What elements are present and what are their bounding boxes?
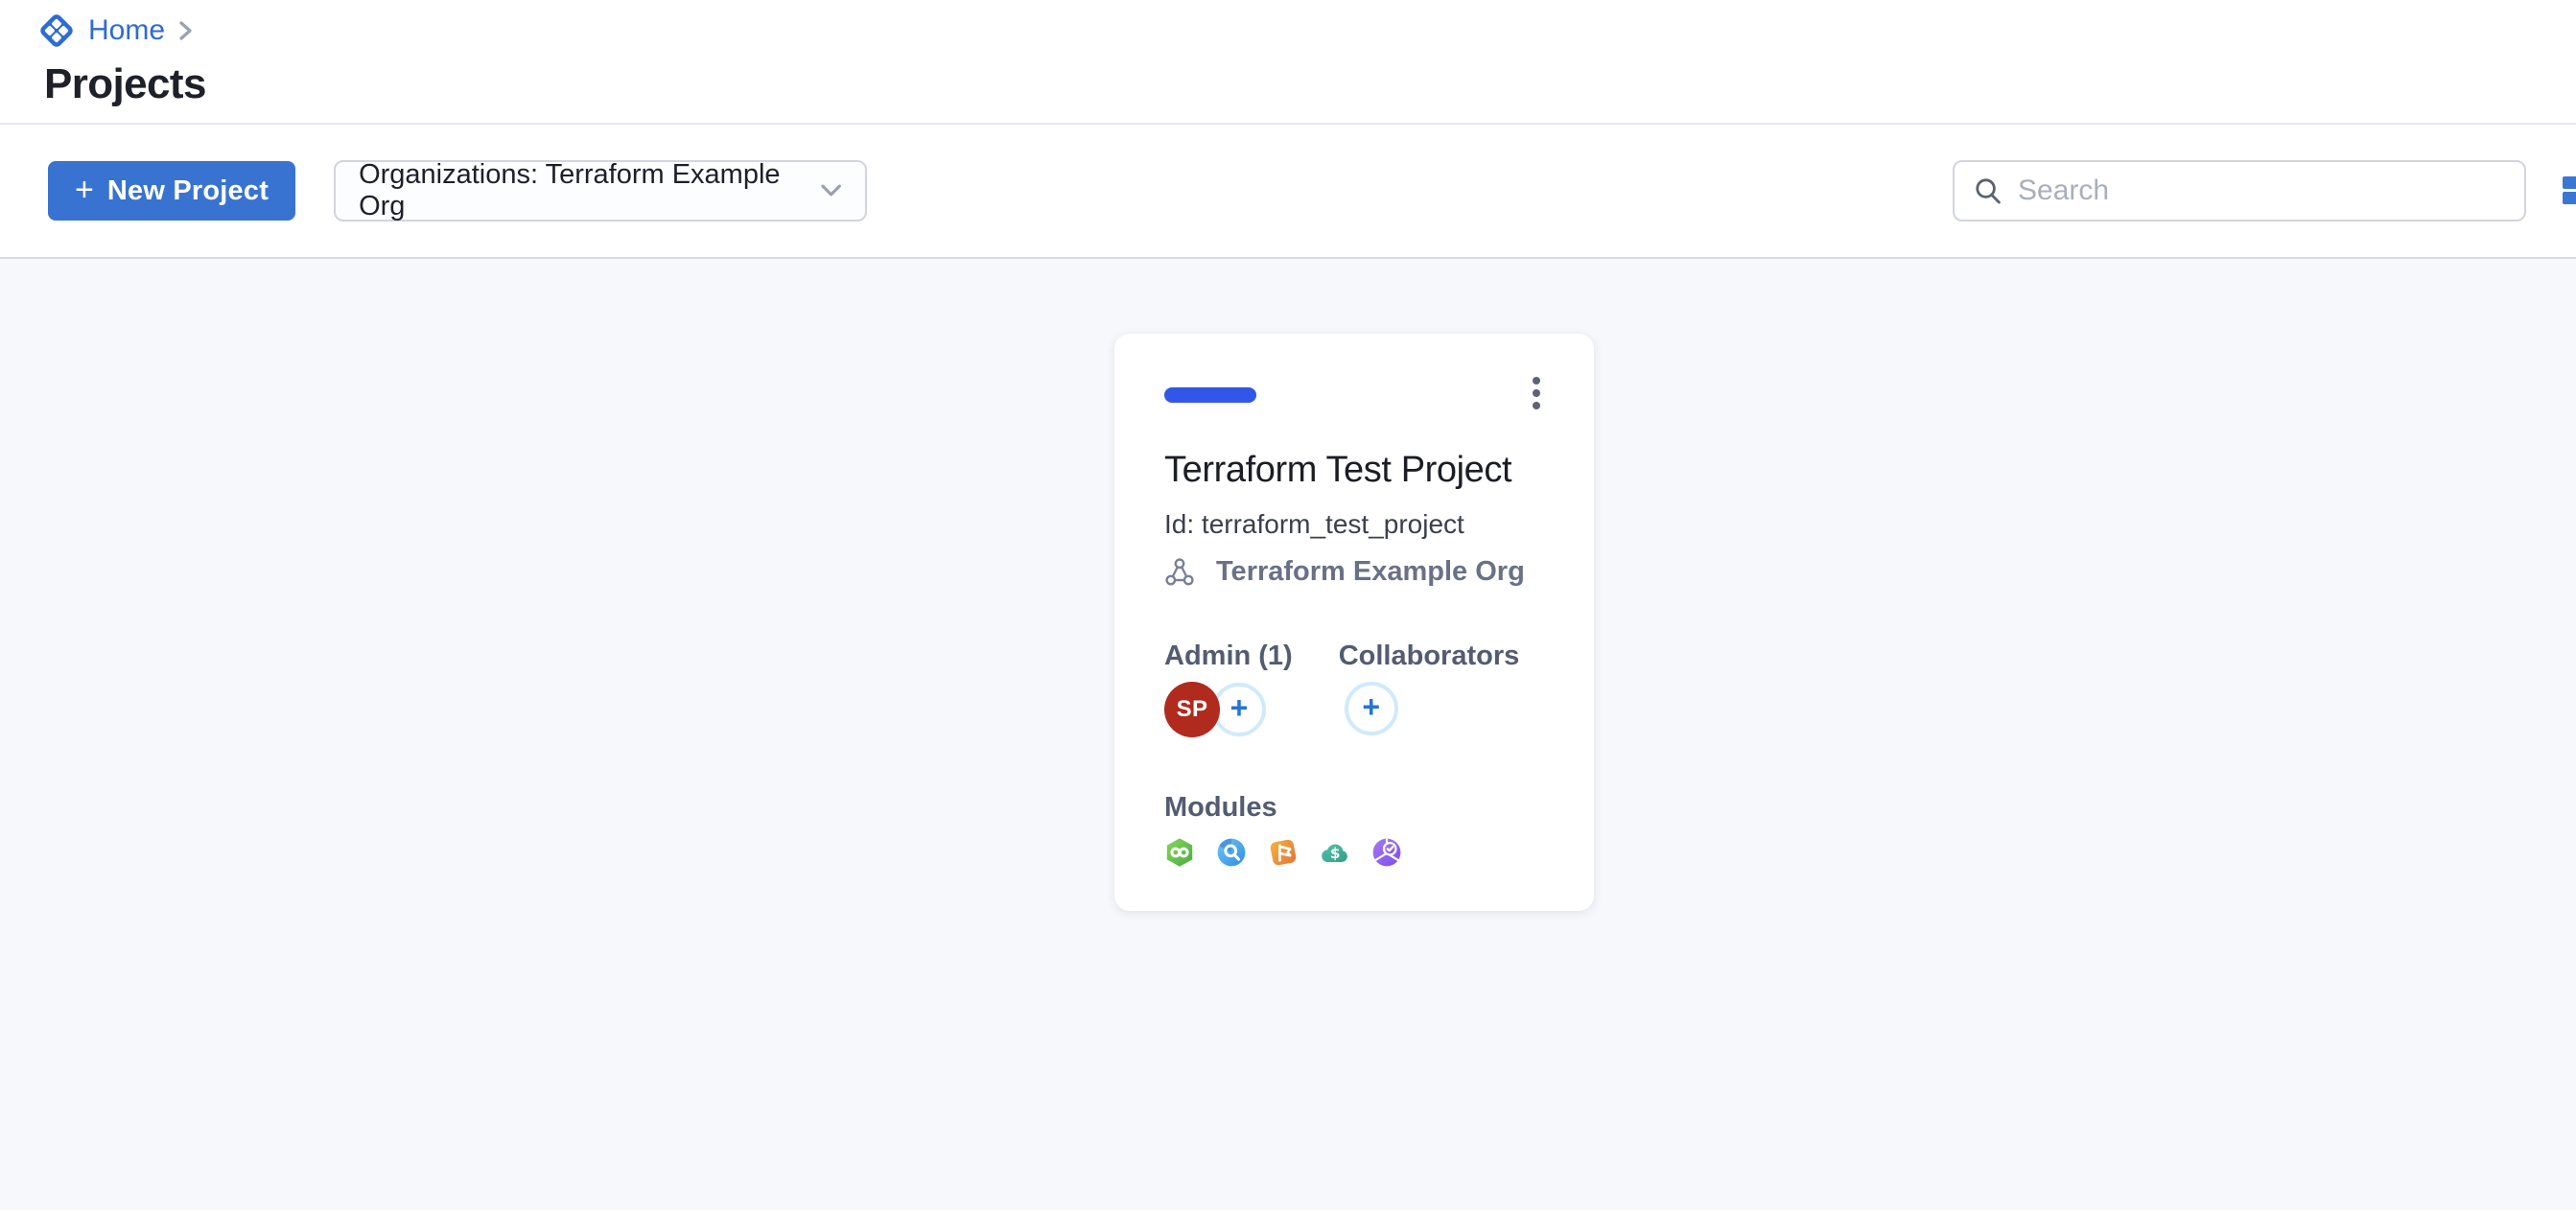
- toolbar: + New Project Organizations: Terraform E…: [0, 125, 2576, 259]
- app-logo-icon: [38, 12, 75, 49]
- new-project-button[interactable]: + New Project: [48, 161, 295, 221]
- add-admin-button[interactable]: +: [1212, 683, 1266, 736]
- search-box: [1953, 160, 2526, 221]
- grid-view-toggle-icon[interactable]: [2563, 176, 2576, 205]
- collaborators-label: Collaborators: [1339, 640, 1520, 672]
- breadcrumb-chevron-icon: [178, 20, 194, 41]
- organizations-dropdown[interactable]: Organizations: Terraform Example Org: [334, 160, 867, 221]
- delivery-module-icon: [1164, 837, 1195, 868]
- search-icon: [1974, 176, 2002, 205]
- add-collaborator-button[interactable]: +: [1345, 682, 1398, 735]
- kebab-menu-icon[interactable]: [1529, 368, 1544, 418]
- page-title: Projects: [44, 61, 2576, 107]
- project-card[interactable]: Terraform Test Project Id: terraform_tes…: [1114, 334, 1594, 911]
- organization-icon: [1164, 557, 1195, 588]
- search-input[interactable]: [2018, 175, 2505, 207]
- admin-avatar[interactable]: SP: [1164, 682, 1220, 737]
- security-tests-module-icon: [1371, 837, 1402, 868]
- admin-label: Admin (1): [1164, 640, 1293, 672]
- admin-section: Admin (1) SP +: [1164, 640, 1293, 737]
- project-org-row: Terraform Example Org: [1164, 556, 1544, 588]
- new-project-label: New Project: [107, 175, 269, 207]
- breadcrumb: Home: [38, 12, 2576, 50]
- project-color-bar: [1164, 387, 1256, 403]
- content-area: Terraform Test Project Id: terraform_tes…: [0, 259, 2576, 1210]
- reliability-module-icon: [1216, 837, 1247, 868]
- feature-flags-module-icon: [1268, 837, 1299, 868]
- breadcrumb-home-link[interactable]: Home: [88, 14, 165, 47]
- plus-icon: +: [75, 174, 94, 206]
- chevron-down-icon: [820, 183, 842, 198]
- modules-label: Modules: [1164, 791, 1544, 824]
- cloud-costs-module-icon: $: [1320, 837, 1350, 868]
- project-title: Terraform Test Project: [1164, 445, 1544, 495]
- project-org-name: Terraform Example Org: [1216, 556, 1525, 588]
- page-header: Home Projects: [0, 0, 2576, 125]
- collaborators-section: Collaborators +: [1339, 640, 1520, 737]
- projects-page: Home Projects + New Project Organization…: [0, 0, 2576, 1212]
- project-id: Id: terraform_test_project: [1164, 508, 1544, 541]
- svg-text:$: $: [1330, 845, 1341, 862]
- organizations-dropdown-value: Organizations: Terraform Example Org: [359, 159, 820, 222]
- modules-row: $: [1164, 837, 1544, 868]
